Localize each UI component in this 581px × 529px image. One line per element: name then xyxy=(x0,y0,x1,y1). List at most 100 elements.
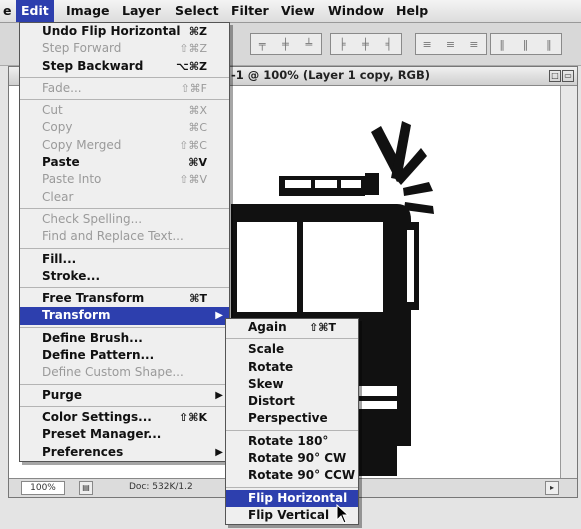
edit-menu-item-step-forward: Step Forward ⇧⌘Z xyxy=(20,40,229,57)
distribute-top-icon[interactable]: ≡ xyxy=(423,38,433,51)
menu-separator xyxy=(20,326,229,328)
edit-menu-item-stroke[interactable]: Stroke... xyxy=(20,268,229,285)
align-left-icon[interactable]: ╞ xyxy=(339,38,347,51)
edit-menu-item-fade: Fade... ⇧⌘F xyxy=(20,80,229,97)
menu-item-label: Purge xyxy=(42,387,82,402)
edit-menu-item-define-pattern[interactable]: Define Pattern... xyxy=(20,347,229,364)
menu-help[interactable]: Help xyxy=(391,0,433,22)
document-title: -1 @ 100% (Layer 1 copy, RGB) xyxy=(231,68,431,82)
menu-view[interactable]: View xyxy=(276,0,320,22)
menu-item-label: Define Brush... xyxy=(42,330,143,345)
menu-separator xyxy=(20,207,229,209)
menu-window[interactable]: Window xyxy=(323,0,389,22)
menu-edit[interactable]: Edit xyxy=(16,0,54,22)
transform-menu-item-perspective[interactable]: Perspective xyxy=(226,410,358,427)
edit-menu-item-fill[interactable]: Fill... xyxy=(20,251,229,268)
edit-menu-item-preferences[interactable]: Preferences ▶ xyxy=(20,444,229,461)
menu-separator xyxy=(20,405,229,407)
menu-item-label: Flip Vertical xyxy=(248,507,330,522)
menu-shortcut: ⇧⌘T xyxy=(309,321,336,334)
menu-separator xyxy=(20,99,229,101)
menu-shortcut: ⇧⌘C xyxy=(179,138,207,152)
menu-shortcut: ⌘Z xyxy=(188,25,207,38)
document-status-icon[interactable]: ▤ xyxy=(79,481,93,495)
menu-shortcut: ⌥⌘Z xyxy=(176,59,207,73)
distribute-bottom-icon[interactable]: ≡ xyxy=(469,38,479,51)
align-bottom-icon[interactable]: ╧ xyxy=(306,38,314,51)
menu-item-label: Fill... xyxy=(42,251,77,266)
edit-menu-item-purge[interactable]: Purge ▶ xyxy=(20,387,229,404)
menu-shortcut: ⌘X xyxy=(188,104,207,118)
menu-item-label: Define Custom Shape... xyxy=(42,365,184,380)
menu-item-label: Free Transform xyxy=(42,291,145,306)
transform-submenu: Again ⇧⌘T Scale Rotate Skew Distort Perspectiv… xyxy=(225,318,359,526)
align-middle-icon[interactable]: ╪ xyxy=(282,38,290,51)
collapse-box-icon[interactable]: ▭ xyxy=(562,70,574,82)
transform-menu-item-rotate-180[interactable]: Rotate 180° xyxy=(226,433,358,450)
edit-menu-item-define-brush[interactable]: Define Brush... xyxy=(20,330,229,347)
menu-item-label: Color Settings... xyxy=(42,409,152,424)
menu-item-label: Distort xyxy=(248,394,295,409)
edit-menu-item-transform[interactable]: Transform ▶ xyxy=(20,307,229,325)
distribute-center-icon[interactable]: ‖ xyxy=(523,38,530,51)
distribute-left-icon[interactable]: ‖ xyxy=(499,38,506,51)
triangle-right-icon: ▶ xyxy=(215,389,223,401)
edit-menu-item-paste-into: Paste Into ⇧⌘V xyxy=(20,171,229,188)
arrow-cursor-icon xyxy=(336,504,350,524)
menu-filter[interactable]: Filter xyxy=(226,0,274,22)
transform-menu-item-distort[interactable]: Distort xyxy=(226,393,358,410)
edit-menu-item-free-transform[interactable]: Free Transform ⌘T xyxy=(20,290,229,307)
menu-select[interactable]: Select xyxy=(170,0,224,22)
scroll-right-arrow-icon[interactable]: ▸ xyxy=(545,481,559,495)
transform-menu-item-skew[interactable]: Skew xyxy=(226,376,358,393)
transform-menu-item-scale[interactable]: Scale xyxy=(226,341,358,358)
transform-menu-item-rotate-90-cw[interactable]: Rotate 90° CW xyxy=(226,450,358,467)
transform-menu-item-rotate[interactable]: Rotate xyxy=(226,359,358,376)
menu-item-label: Find and Replace Text... xyxy=(42,229,184,244)
menu-separator xyxy=(20,287,229,289)
edit-menu-item-step-backward[interactable]: Step Backward ⌥⌘Z xyxy=(20,58,229,75)
menu-file-partial[interactable]: e xyxy=(0,0,16,22)
menu-item-label: Paste xyxy=(42,155,80,170)
triangle-right-icon: ▶ xyxy=(215,310,223,322)
edit-menu-item-preset-manager[interactable]: Preset Manager... xyxy=(20,426,229,443)
align-right-icon[interactable]: ╡ xyxy=(386,38,394,51)
edit-menu-item-define-custom-shape: Define Custom Shape... xyxy=(20,364,229,381)
menu-separator xyxy=(20,383,229,385)
zoom-box-icon[interactable]: □ xyxy=(549,70,561,82)
edit-menu-item-clear: Clear xyxy=(20,189,229,206)
align-horizontal-group[interactable]: ╞ ╪ ╡ xyxy=(330,33,402,55)
edit-menu-item-color-settings[interactable]: Color Settings... ⇧⌘K xyxy=(20,409,229,426)
menu-item-label: Undo Flip Horizontal xyxy=(42,24,181,38)
distribute-vertical-group[interactable]: ≡ ≡ ≡ xyxy=(415,33,487,55)
align-buttons-group[interactable]: ╤ ╪ ╧ xyxy=(250,33,322,55)
edit-menu: Undo Flip Horizontal ⌘Z Step Forward ⇧⌘Z Ste… xyxy=(19,22,230,462)
menu-shortcut: ⇧⌘V xyxy=(179,173,207,187)
menu-item-label: Clear xyxy=(42,189,74,204)
menu-item-label: Scale xyxy=(248,342,285,357)
distribute-right-icon[interactable]: ‖ xyxy=(546,38,553,51)
transform-menu-item-rotate-90-ccw[interactable]: Rotate 90° CCW xyxy=(226,467,358,484)
distribute-horizontal-group[interactable]: ‖ ‖ ‖ xyxy=(490,33,562,55)
menu-item-label: Paste Into xyxy=(42,172,102,187)
menu-item-label: Copy xyxy=(42,120,73,135)
vertical-scrollbar[interactable] xyxy=(560,86,577,478)
edit-menu-item-undo-flip-horizontal[interactable]: Undo Flip Horizontal ⌘Z xyxy=(20,23,229,40)
menu-separator xyxy=(226,429,358,431)
document-size-info: Doc: 532K/1.2 xyxy=(129,482,193,492)
menu-item-label: Copy Merged xyxy=(42,137,122,152)
align-top-icon[interactable]: ╤ xyxy=(259,38,267,51)
distribute-middle-icon[interactable]: ≡ xyxy=(446,38,456,51)
edit-menu-item-paste[interactable]: Paste ⌘V xyxy=(20,154,229,171)
align-center-icon[interactable]: ╪ xyxy=(362,38,370,51)
menu-item-label: Step Backward xyxy=(42,58,144,73)
menu-item-label: Fade... xyxy=(42,80,82,95)
transform-menu-item-again[interactable]: Again ⇧⌘T xyxy=(226,319,358,336)
menu-shortcut: ⇧⌘Z xyxy=(179,42,207,56)
menu-layer[interactable]: Layer xyxy=(117,0,166,22)
zoom-field[interactable]: 100% xyxy=(21,481,65,495)
menu-image[interactable]: Image xyxy=(61,0,115,22)
menu-item-label: Cut xyxy=(42,103,63,118)
edit-menu-item-check-spelling: Check Spelling... xyxy=(20,211,229,228)
edit-menu-item-cut: Cut ⌘X xyxy=(20,102,229,119)
